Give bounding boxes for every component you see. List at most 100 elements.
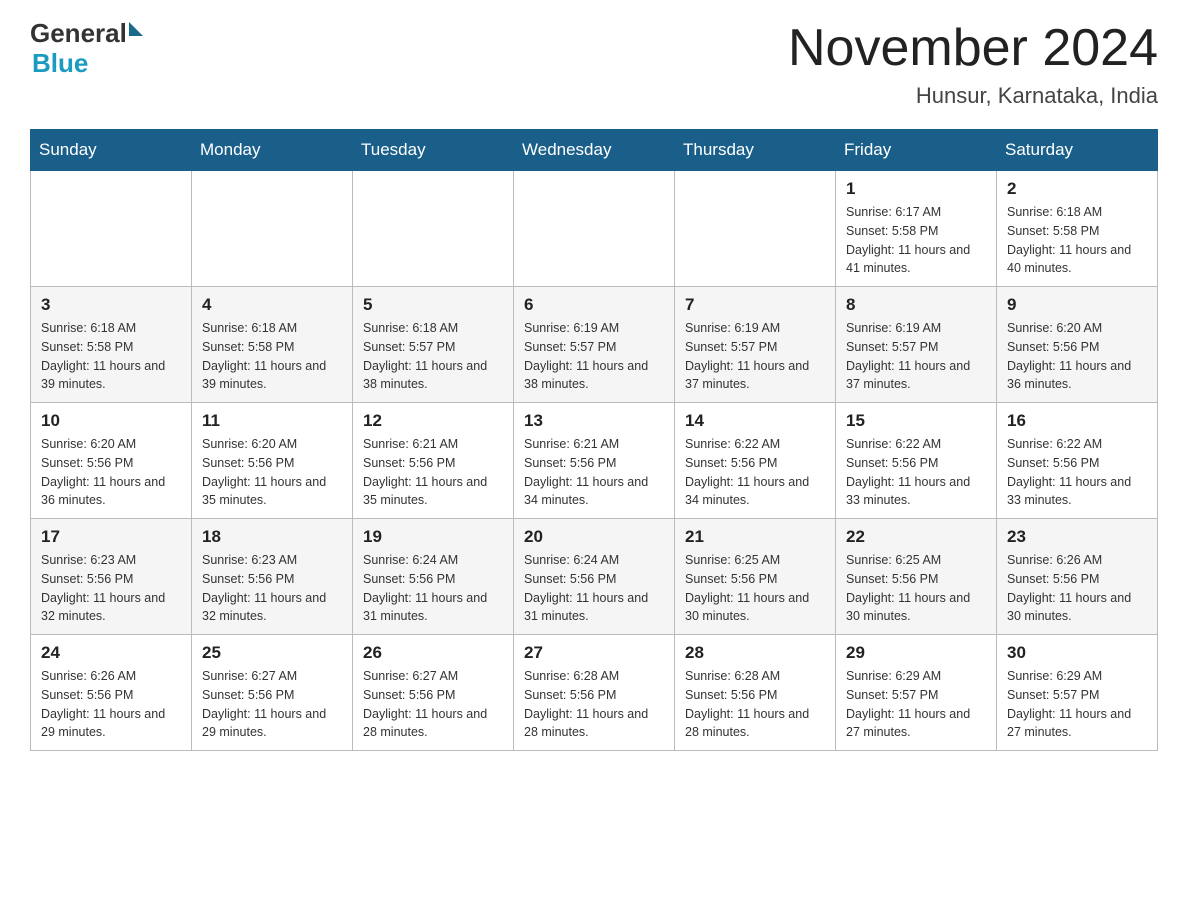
day-number: 22 xyxy=(846,527,986,547)
day-number: 7 xyxy=(685,295,825,315)
calendar-cell: 18 Sunrise: 6:23 AM Sunset: 5:56 PM Dayli… xyxy=(192,519,353,635)
day-number: 11 xyxy=(202,411,342,431)
calendar-cell: 1 Sunrise: 6:17 AM Sunset: 5:58 PM Daylig… xyxy=(836,171,997,287)
calendar-cell: 28 Sunrise: 6:28 AM Sunset: 5:56 PM Dayli… xyxy=(675,635,836,751)
day-number: 21 xyxy=(685,527,825,547)
calendar-row-week-5: 24 Sunrise: 6:26 AM Sunset: 5:56 PM Dayli… xyxy=(31,635,1158,751)
day-info: Sunrise: 6:23 AM Sunset: 5:56 PM Dayligh… xyxy=(41,551,181,626)
day-number: 2 xyxy=(1007,179,1147,199)
day-number: 5 xyxy=(363,295,503,315)
day-info: Sunrise: 6:18 AM Sunset: 5:58 PM Dayligh… xyxy=(1007,203,1147,278)
day-number: 12 xyxy=(363,411,503,431)
day-info: Sunrise: 6:23 AM Sunset: 5:56 PM Dayligh… xyxy=(202,551,342,626)
calendar-cell: 12 Sunrise: 6:21 AM Sunset: 5:56 PM Dayli… xyxy=(353,403,514,519)
day-number: 8 xyxy=(846,295,986,315)
weekday-header-monday: Monday xyxy=(192,130,353,171)
weekday-header-saturday: Saturday xyxy=(997,130,1158,171)
day-info: Sunrise: 6:17 AM Sunset: 5:58 PM Dayligh… xyxy=(846,203,986,278)
day-number: 24 xyxy=(41,643,181,663)
day-info: Sunrise: 6:18 AM Sunset: 5:57 PM Dayligh… xyxy=(363,319,503,394)
weekday-header-sunday: Sunday xyxy=(31,130,192,171)
calendar-row-week-4: 17Sunrise: 6:23 AM Sunset: 5:56 PM Dayli… xyxy=(31,519,1158,635)
weekday-header-friday: Friday xyxy=(836,130,997,171)
calendar-cell: 2 Sunrise: 6:18 AM Sunset: 5:58 PM Daylig… xyxy=(997,171,1158,287)
calendar-cell: 26 Sunrise: 6:27 AM Sunset: 5:56 PM Dayli… xyxy=(353,635,514,751)
day-info: Sunrise: 6:24 AM Sunset: 5:56 PM Dayligh… xyxy=(363,551,503,626)
weekday-header-thursday: Thursday xyxy=(675,130,836,171)
day-info: Sunrise: 6:22 AM Sunset: 5:56 PM Dayligh… xyxy=(685,435,825,510)
day-info: Sunrise: 6:21 AM Sunset: 5:56 PM Dayligh… xyxy=(363,435,503,510)
day-number: 23 xyxy=(1007,527,1147,547)
day-number: 20 xyxy=(524,527,664,547)
day-number: 13 xyxy=(524,411,664,431)
calendar-cell: 10 Sunrise: 6:20 AM Sunset: 5:56 PM Dayli… xyxy=(31,403,192,519)
day-info: Sunrise: 6:18 AM Sunset: 5:58 PM Dayligh… xyxy=(41,319,181,394)
day-info: Sunrise: 6:29 AM Sunset: 5:57 PM Dayligh… xyxy=(846,667,986,742)
day-info: Sunrise: 6:19 AM Sunset: 5:57 PM Dayligh… xyxy=(524,319,664,394)
location-title: Hunsur, Karnataka, India xyxy=(788,83,1158,109)
calendar-row-week-1: 1 Sunrise: 6:17 AM Sunset: 5:58 PM Daylig… xyxy=(31,171,1158,287)
day-info: Sunrise: 6:24 AM Sunset: 5:56 PM Dayligh… xyxy=(524,551,664,626)
day-info: Sunrise: 6:25 AM Sunset: 5:56 PM Dayligh… xyxy=(846,551,986,626)
day-info: Sunrise: 6:27 AM Sunset: 5:56 PM Dayligh… xyxy=(202,667,342,742)
title-area: November 2024 Hunsur, Karnataka, India xyxy=(788,20,1158,109)
day-number: 1 xyxy=(846,179,986,199)
calendar-cell: 15 Sunrise: 6:22 AM Sunset: 5:56 PM Dayli… xyxy=(836,403,997,519)
calendar-cell: 17Sunrise: 6:23 AM Sunset: 5:56 PM Dayli… xyxy=(31,519,192,635)
logo-arrow-icon xyxy=(129,22,143,36)
day-number: 18 xyxy=(202,527,342,547)
calendar-cell: 22 Sunrise: 6:25 AM Sunset: 5:56 PM Dayli… xyxy=(836,519,997,635)
calendar-cell: 29 Sunrise: 6:29 AM Sunset: 5:57 PM Dayli… xyxy=(836,635,997,751)
day-number: 10 xyxy=(41,411,181,431)
day-number: 25 xyxy=(202,643,342,663)
day-info: Sunrise: 6:22 AM Sunset: 5:56 PM Dayligh… xyxy=(1007,435,1147,510)
day-info: Sunrise: 6:20 AM Sunset: 5:56 PM Dayligh… xyxy=(1007,319,1147,394)
calendar-cell xyxy=(675,171,836,287)
calendar-cell xyxy=(192,171,353,287)
day-info: Sunrise: 6:26 AM Sunset: 5:56 PM Dayligh… xyxy=(41,667,181,742)
logo: General Blue xyxy=(30,20,143,79)
calendar-cell: 9 Sunrise: 6:20 AM Sunset: 5:56 PM Daylig… xyxy=(997,287,1158,403)
calendar-cell: 5 Sunrise: 6:18 AM Sunset: 5:57 PM Daylig… xyxy=(353,287,514,403)
calendar-cell: 25 Sunrise: 6:27 AM Sunset: 5:56 PM Dayli… xyxy=(192,635,353,751)
day-number: 26 xyxy=(363,643,503,663)
day-number: 27 xyxy=(524,643,664,663)
day-info: Sunrise: 6:20 AM Sunset: 5:56 PM Dayligh… xyxy=(41,435,181,510)
calendar-cell: 23Sunrise: 6:26 AM Sunset: 5:56 PM Dayli… xyxy=(997,519,1158,635)
calendar-cell: 4 Sunrise: 6:18 AM Sunset: 5:58 PM Daylig… xyxy=(192,287,353,403)
calendar-cell: 8 Sunrise: 6:19 AM Sunset: 5:57 PM Daylig… xyxy=(836,287,997,403)
weekday-header-row: SundayMondayTuesdayWednesdayThursdayFrid… xyxy=(31,130,1158,171)
day-number: 15 xyxy=(846,411,986,431)
calendar-cell: 13 Sunrise: 6:21 AM Sunset: 5:56 PM Dayli… xyxy=(514,403,675,519)
day-number: 16 xyxy=(1007,411,1147,431)
day-number: 28 xyxy=(685,643,825,663)
calendar-cell: 20 Sunrise: 6:24 AM Sunset: 5:56 PM Dayli… xyxy=(514,519,675,635)
page-header: General Blue November 2024 Hunsur, Karna… xyxy=(30,20,1158,109)
logo-general-text: General xyxy=(30,20,127,46)
day-number: 4 xyxy=(202,295,342,315)
calendar-cell: 6 Sunrise: 6:19 AM Sunset: 5:57 PM Daylig… xyxy=(514,287,675,403)
day-info: Sunrise: 6:20 AM Sunset: 5:56 PM Dayligh… xyxy=(202,435,342,510)
calendar-cell: 27 Sunrise: 6:28 AM Sunset: 5:56 PM Dayli… xyxy=(514,635,675,751)
month-title: November 2024 xyxy=(788,20,1158,77)
calendar-row-week-2: 3Sunrise: 6:18 AM Sunset: 5:58 PM Daylig… xyxy=(31,287,1158,403)
day-info: Sunrise: 6:22 AM Sunset: 5:56 PM Dayligh… xyxy=(846,435,986,510)
calendar-cell xyxy=(353,171,514,287)
day-info: Sunrise: 6:19 AM Sunset: 5:57 PM Dayligh… xyxy=(846,319,986,394)
day-info: Sunrise: 6:19 AM Sunset: 5:57 PM Dayligh… xyxy=(685,319,825,394)
day-number: 6 xyxy=(524,295,664,315)
day-number: 30 xyxy=(1007,643,1147,663)
day-info: Sunrise: 6:21 AM Sunset: 5:56 PM Dayligh… xyxy=(524,435,664,510)
day-info: Sunrise: 6:27 AM Sunset: 5:56 PM Dayligh… xyxy=(363,667,503,742)
weekday-header-wednesday: Wednesday xyxy=(514,130,675,171)
day-info: Sunrise: 6:28 AM Sunset: 5:56 PM Dayligh… xyxy=(685,667,825,742)
logo-blue-text: Blue xyxy=(32,48,88,79)
day-info: Sunrise: 6:18 AM Sunset: 5:58 PM Dayligh… xyxy=(202,319,342,394)
calendar-cell: 30 Sunrise: 6:29 AM Sunset: 5:57 PM Dayli… xyxy=(997,635,1158,751)
day-number: 14 xyxy=(685,411,825,431)
day-number: 9 xyxy=(1007,295,1147,315)
day-info: Sunrise: 6:29 AM Sunset: 5:57 PM Dayligh… xyxy=(1007,667,1147,742)
calendar-cell: 14 Sunrise: 6:22 AM Sunset: 5:56 PM Dayli… xyxy=(675,403,836,519)
day-info: Sunrise: 6:28 AM Sunset: 5:56 PM Dayligh… xyxy=(524,667,664,742)
day-number: 29 xyxy=(846,643,986,663)
